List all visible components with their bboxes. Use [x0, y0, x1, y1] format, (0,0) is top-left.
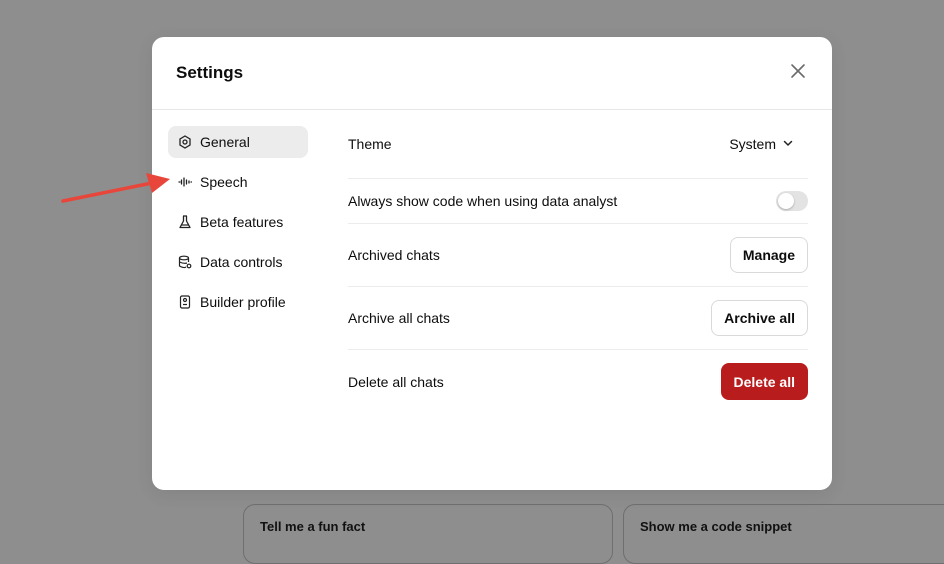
theme-row: Theme System [348, 109, 808, 179]
toggle-knob [778, 193, 794, 209]
settings-modal: Settings General Speech Beta features Da… [152, 37, 832, 490]
settings-content: Theme System Always show code when using… [348, 109, 808, 413]
sidebar-item-label: Beta features [200, 214, 284, 230]
code-toggle-row: Always show code when using data analyst [348, 179, 808, 224]
suggestion-card-label: Show me a code snippet [640, 519, 792, 534]
id-badge-icon [178, 295, 192, 309]
archived-chats-label: Archived chats [348, 247, 440, 263]
delete-all-label: Delete all chats [348, 373, 444, 390]
sidebar-item-beta-features[interactable]: Beta features [168, 206, 308, 238]
sidebar-item-label: Speech [200, 174, 248, 190]
sidebar-item-data-controls[interactable]: Data controls [168, 246, 308, 278]
sidebar-item-speech[interactable]: Speech [168, 166, 308, 198]
waveform-icon [178, 175, 192, 189]
sidebar-item-label: Builder profile [200, 294, 286, 310]
suggestion-card-fun-fact: Tell me a fun fact [243, 504, 613, 564]
theme-value: System [729, 135, 776, 152]
sidebar-item-label: General [200, 134, 250, 150]
show-code-toggle[interactable] [776, 191, 808, 211]
close-button[interactable] [786, 61, 810, 85]
chevron-down-icon [776, 136, 794, 152]
gear-icon [178, 135, 192, 149]
sidebar-item-builder-profile[interactable]: Builder profile [168, 286, 308, 318]
archive-all-label: Archive all chats [348, 310, 450, 326]
close-icon [790, 63, 806, 84]
modal-header: Settings [152, 37, 832, 110]
code-toggle-label: Always show code when using data analyst [348, 193, 618, 209]
archive-all-button[interactable]: Archive all [711, 300, 808, 336]
theme-dropdown[interactable]: System [729, 136, 794, 152]
modal-title: Settings [176, 63, 244, 82]
suggestion-card-code-snippet: Show me a code snippet [623, 504, 944, 564]
archive-all-row: Archive all chats Archive all [348, 287, 808, 350]
delete-all-button[interactable]: Delete all [720, 363, 808, 400]
delete-all-row: Delete all chats Delete all [348, 350, 808, 413]
suggestion-card-label: Tell me a fun fact [260, 519, 366, 534]
sidebar-item-general[interactable]: General [168, 126, 308, 158]
theme-label: Theme [348, 135, 392, 152]
annotation-arrow [61, 173, 170, 203]
sidebar-item-label: Data controls [200, 254, 283, 270]
settings-sidebar: General Speech Beta features Data contro… [168, 126, 308, 326]
archived-chats-row: Archived chats Manage [348, 224, 808, 287]
database-gear-icon [178, 255, 192, 269]
manage-button[interactable]: Manage [729, 237, 808, 273]
flask-icon [178, 215, 192, 229]
